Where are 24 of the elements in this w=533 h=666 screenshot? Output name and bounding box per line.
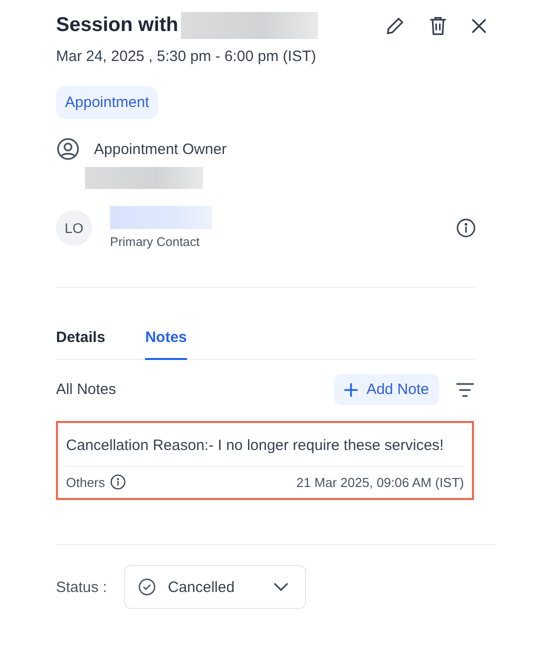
tab[interactable]: Notes	[145, 315, 187, 360]
close-icon[interactable]	[470, 16, 488, 34]
note-category: Others	[66, 474, 106, 490]
add-note-button[interactable]: Add Note	[334, 374, 439, 405]
plus-icon	[344, 382, 358, 396]
note-timestamp: 21 Mar 2025, 09:06 AM (IST)	[296, 474, 464, 490]
user-icon	[56, 137, 80, 161]
info-icon[interactable]	[110, 474, 126, 490]
event-type-tag: Appointment	[56, 86, 158, 119]
tab[interactable]: Details	[56, 315, 106, 360]
notes-heading: All Notes	[56, 381, 116, 398]
event-datetime: Mar 24, 2025 , 5:30 pm - 6:00 pm (IST)	[56, 48, 318, 65]
note-text: Cancellation Reason:- I no longer require these services!	[66, 433, 464, 467]
status-label: Status :	[56, 578, 107, 596]
event-title: Session with	[56, 14, 178, 37]
chevron-down-icon	[272, 582, 289, 592]
status-dropdown[interactable]: Cancelled	[124, 565, 306, 609]
filter-icon[interactable]	[455, 382, 475, 398]
contact-avatar: LO	[56, 210, 92, 246]
check-circle-icon	[138, 578, 156, 596]
contact-role: Primary Contact	[110, 235, 201, 249]
owner-label: Appointment Owner	[94, 140, 227, 158]
trash-icon[interactable]	[428, 14, 448, 36]
info-icon[interactable]	[456, 218, 476, 238]
